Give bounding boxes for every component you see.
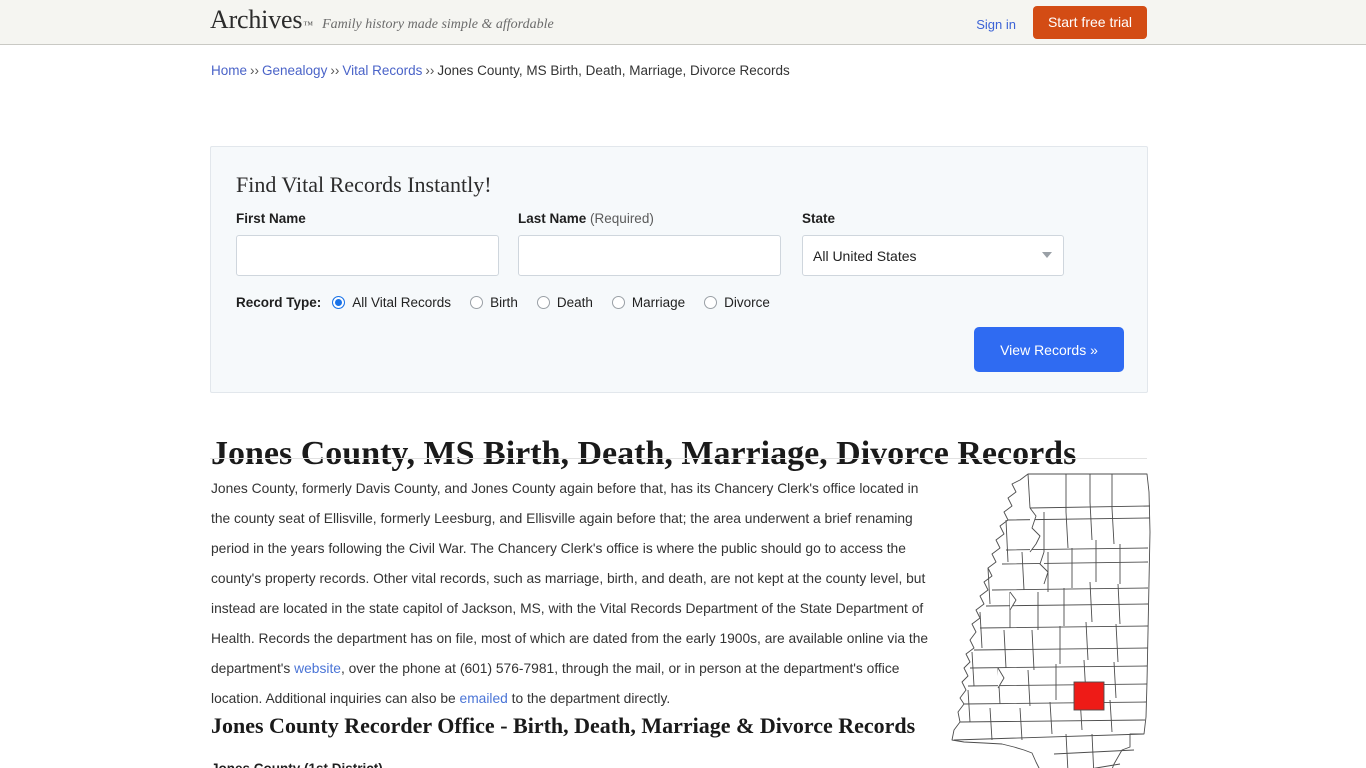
search-panel-title: Find Vital Records Instantly! [236,172,492,197]
last-name-label-text: Last Name [518,211,587,226]
radio-icon-selected[interactable] [332,296,346,309]
breadcrumb-separator: ›› [425,63,435,78]
radio-birth[interactable]: Birth [470,295,518,310]
highlighted-county-jones [1073,681,1105,711]
office-name: Jones County (1st District) [211,758,383,768]
page-title: Jones County, MS Birth, Death, Marriage,… [211,434,1077,472]
vital-records-search-panel: Find Vital Records Instantly! First Name… [210,146,1148,393]
radio-death[interactable]: Death [536,295,593,310]
email-department-link[interactable]: emailed [460,691,508,706]
recorder-office-section-title: Jones County Recorder Office - Birth, De… [211,713,916,739]
breadcrumb-separator: ›› [330,63,340,78]
radio-label-divorce: Divorce [724,295,770,310]
sign-in-link[interactable]: Sign in [976,13,1016,32]
radio-marriage[interactable]: Marriage [611,295,686,310]
radio-label-marriage: Marriage [631,295,686,310]
start-free-trial-button[interactable]: Start free trial [1032,6,1147,39]
last-name-required-note: (Required) [590,211,654,226]
site-header: Archives ™ Family history made simple & a… [0,0,1366,45]
article-text-part3: to the department directly. [507,691,671,706]
title-divider [210,458,1147,459]
state-select-wrapper[interactable]: All United States [802,235,1064,276]
radio-label-death: Death [556,295,593,310]
article-text-part1: Jones County, formerly Davis County, and… [211,481,929,676]
first-name-label: First Name [236,211,306,226]
last-name-input[interactable] [518,235,781,276]
radio-label-all: All Vital Records [352,295,452,310]
radio-icon[interactable] [470,296,484,309]
view-records-button[interactable]: View Records » [974,327,1124,372]
radio-icon[interactable] [611,296,625,309]
radio-icon[interactable] [536,296,550,309]
record-type-radio-group: Record Type: All Vital Records Birth Dea… [236,295,789,310]
record-type-label: Record Type: [236,295,322,310]
brand-logo-text: Archives [210,5,303,34]
last-name-field-group: Last Name (Required) [518,211,781,276]
last-name-label: Last Name (Required) [518,211,781,226]
breadcrumb-item-home[interactable]: Home [211,63,247,78]
state-label: State [802,211,836,226]
breadcrumb-item-vital-records[interactable]: Vital Records [342,63,422,78]
mississippi-county-map [944,472,1158,768]
breadcrumb-item-genealogy[interactable]: Genealogy [262,63,327,78]
breadcrumb-item-current: Jones County, MS Birth, Death, Marriage,… [437,63,790,78]
brand-tagline: Family history made simple & affordable [322,17,554,32]
state-field-group: State All United States [802,211,1064,276]
radio-divorce[interactable]: Divorce [704,295,770,310]
first-name-field-group: First Name [236,211,499,276]
radio-label-birth: Birth [490,295,518,310]
article-body: Jones County, formerly Davis County, and… [211,474,938,714]
chevron-down-icon [1042,252,1052,258]
radio-all-vital-records[interactable]: All Vital Records [332,295,451,310]
state-select[interactable]: All United States [802,235,1064,276]
header-actions: Sign in Start free trial [976,6,1147,39]
first-name-input[interactable] [236,235,499,276]
department-website-link[interactable]: website [294,661,341,676]
breadcrumb-separator: ›› [250,63,260,78]
trademark-icon: ™ [303,20,314,31]
recorder-office-address: Jones County (1st District) 101 N Court … [211,758,383,768]
brand-logo-group[interactable]: Archives ™ Family history made simple & a… [210,7,554,33]
radio-icon[interactable] [704,296,718,309]
map-svg [951,473,1151,768]
breadcrumb: Home ›› Genealogy ›› Vital Records ›› Jones Co… [211,63,790,78]
